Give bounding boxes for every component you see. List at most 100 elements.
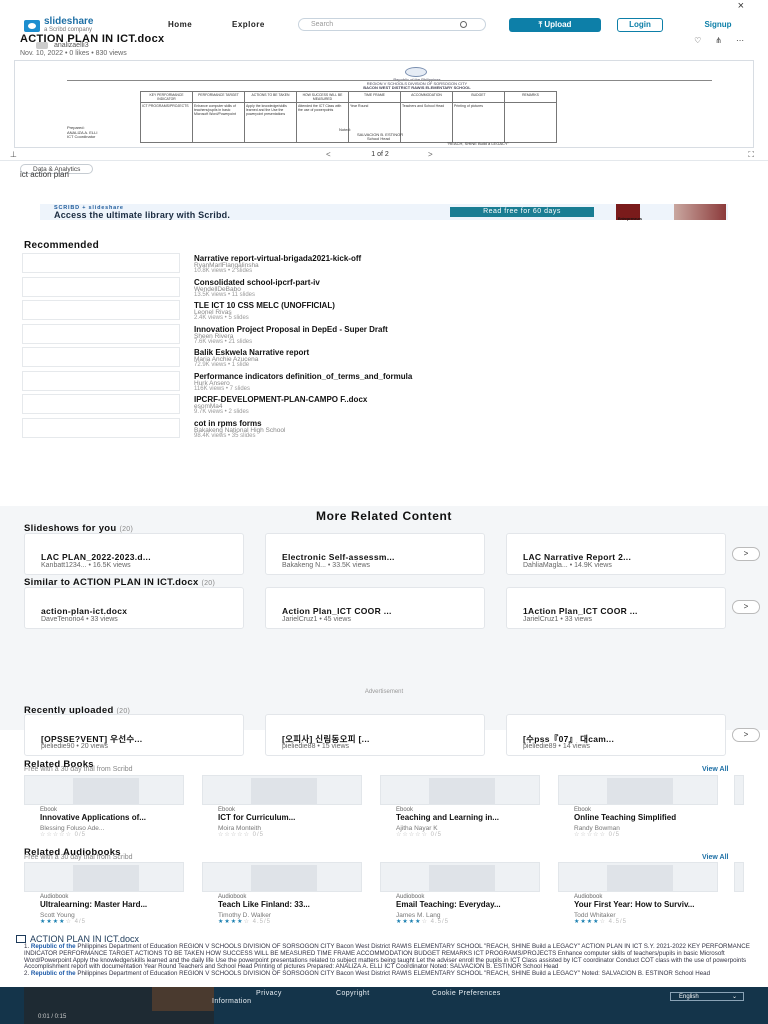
related-books-sub: Free with a 30 day trial from Scribd <box>24 766 133 773</box>
book-title[interactable]: Innovative Applications of... <box>40 814 190 822</box>
thumbnails-icon[interactable]: ⊥ <box>10 150 17 159</box>
search-input[interactable]: Search <box>298 18 486 31</box>
fullscreen-icon[interactable]: ⛶ <box>748 150 754 160</box>
book-card[interactable]: Audiobook Ultralearning: Master Hard... Sc… <box>24 862 184 925</box>
star-empty-icon: ☆ <box>599 832 606 838</box>
book-card[interactable]: Ebook Innovative Applications of... Blessi… <box>24 775 184 838</box>
similar-count: (20) <box>201 580 216 587</box>
transcript-paragraph: 1. Republic of the Philippines Departmen… <box>24 943 750 971</box>
recommended-thumbnail[interactable] <box>22 370 180 391</box>
similar-card[interactable]: Action Plan_ICT COOR ... JarielCruz1 • 4… <box>265 587 485 629</box>
next-page-icon[interactable]: > <box>428 150 433 159</box>
similar-card[interactable]: 1Action Plan_ICT COOR ... JarielCruz1 • … <box>506 587 726 629</box>
document-preview[interactable]: Republic of the Philippines REGION V SCH… <box>14 60 754 148</box>
book-title[interactable]: Email Teaching: Everyday... <box>396 901 546 909</box>
close-icon[interactable]: × <box>738 0 744 12</box>
recommended-item[interactable]: Narrative report-virtual-brigada2021-kic… <box>22 253 732 274</box>
book-cover <box>734 775 744 805</box>
book-title[interactable]: Teaching and Learning in... <box>396 814 546 822</box>
transcript-text: Philippines Department of Education REGI… <box>24 943 750 971</box>
next-arrow-button[interactable]: > <box>732 728 760 742</box>
share-icon[interactable]: ⋔ <box>715 36 722 45</box>
audiobooks-view-all-link[interactable]: View All <box>702 854 728 861</box>
recommended-item[interactable]: Innovation Project Proposal in DepEd - S… <box>22 323 732 345</box>
noted-label: Noted: <box>339 127 351 132</box>
book-cover[interactable] <box>24 775 184 805</box>
author-name[interactable]: analizaelli3 <box>54 42 89 49</box>
book-card-partial[interactable] <box>734 775 744 837</box>
recommended-thumbnail[interactable] <box>22 253 180 273</box>
slideshow-card[interactable]: LAC Narrative Report 2... DahliaMagla...… <box>506 533 726 575</box>
book-title[interactable]: Ultralearning: Master Hard... <box>40 901 190 909</box>
footer-information-link[interactable]: Information <box>212 998 251 1005</box>
book-title[interactable]: Online Teaching Simplified <box>574 814 724 822</box>
search-icon[interactable] <box>460 21 467 28</box>
recommended-item[interactable]: Performance indicators definition_of_ter… <box>22 370 732 392</box>
recent-card[interactable]: [수pss『07』 대cam... pieliedie89 • 14 views <box>506 714 726 756</box>
book-cover-image <box>607 865 673 891</box>
recommended-item[interactable]: IPCRF-DEVELOPMENT-PLAN-CAMPO F..docx esom… <box>22 394 732 415</box>
book-card-partial[interactable] <box>734 862 744 924</box>
book-title[interactable]: Teach Like Finland: 33... <box>218 901 368 909</box>
recent-card[interactable]: [OPSSE?VENT] 우선수... pieliedie90 • 20 vie… <box>24 714 244 756</box>
nav-home[interactable]: Home <box>168 20 192 29</box>
book-card[interactable]: Audiobook Teach Like Finland: 33... Timoth… <box>202 862 362 925</box>
books-view-all-link[interactable]: View All <box>702 766 728 773</box>
slideshow-card[interactable]: Electronic Self-assessm... Bakakeng N...… <box>265 533 485 575</box>
book-cover[interactable] <box>24 862 184 892</box>
heart-icon[interactable]: ♡ <box>694 36 701 45</box>
recommended-item[interactable]: Consolidated school-ipcrf-part-iv Wendell… <box>22 276 732 298</box>
book-card[interactable]: Audiobook Email Teaching: Everyday... Jame… <box>380 862 540 925</box>
recommended-thumbnail[interactable] <box>22 347 180 367</box>
recommended-thumbnail[interactable] <box>22 394 180 414</box>
book-card[interactable]: Ebook Teaching and Learning in... Ajitha N… <box>380 775 540 838</box>
book-cover[interactable] <box>558 862 718 892</box>
similar-card[interactable]: action-plan-ict.docx DaveTenorio4 • 33 v… <box>24 587 244 629</box>
recommended-stats: 7.6K views • 21 slides <box>194 338 253 345</box>
book-cover[interactable] <box>380 775 540 805</box>
recommended-item[interactable]: TLE ICT 10 CSS MELC (UNOFFICIAL) Leonel R… <box>22 300 732 321</box>
scribd-banner[interactable]: SCRIBD + slideshare Access the ultimate … <box>40 204 728 221</box>
book-title[interactable]: ICT for Curriculum... <box>218 814 368 822</box>
card-sub: pieliedie89 • 14 views <box>523 743 591 750</box>
document-page: Republic of the Philippines REGION V SCH… <box>67 65 712 146</box>
avatar[interactable] <box>36 42 48 49</box>
card-sub: Bakakeng N... • 33.5K views <box>282 562 371 569</box>
more-icon[interactable]: ⋯ <box>736 36 744 45</box>
recommended-thumbnail[interactable] <box>22 417 180 438</box>
book-cover[interactable] <box>558 775 718 805</box>
recommended-item[interactable]: Balik Eskwela Narrative report Maria Anch… <box>22 347 732 368</box>
next-arrow-button[interactable]: > <box>732 547 760 561</box>
document-actions: ♡ ⋔ ⋯ <box>694 36 744 45</box>
book-title[interactable]: Your First Year: How to Surviv... <box>574 901 724 909</box>
recommended-item[interactable]: cot in rpms forms Bakakeng National High … <box>22 417 732 439</box>
language-select[interactable]: English ⌄ <box>670 992 744 1001</box>
book-cover[interactable] <box>202 775 362 805</box>
read-free-button[interactable]: Read free for 60 days <box>450 207 594 217</box>
upload-button[interactable]: ⤒ Upload <box>509 18 601 32</box>
footer-cookie-link[interactable]: Cookie Preferences <box>432 990 501 997</box>
recommended-thumbnail[interactable] <box>22 300 180 320</box>
recommended-thumbnail[interactable] <box>22 323 180 344</box>
next-arrow-button[interactable]: > <box>732 600 760 614</box>
card-sub: DahliaMagla... • 14.9K views <box>523 562 612 569</box>
signup-button[interactable]: Signup <box>690 18 746 32</box>
book-card[interactable]: Ebook ICT for Curriculum... Moira Monteith… <box>202 775 362 838</box>
footer-copyright-link[interactable]: Copyright <box>336 990 370 997</box>
book-cover-image <box>251 865 317 891</box>
col-timeframe: TIME FRAME <box>348 91 401 103</box>
video-ad-player[interactable]: 0:01 / 0:15 <box>24 987 214 1024</box>
book-cover[interactable] <box>380 862 540 892</box>
footer-privacy-link[interactable]: Privacy <box>256 990 282 997</box>
login-button[interactable]: Login <box>617 18 663 32</box>
recommended-thumbnail[interactable] <box>22 276 180 297</box>
book-rating-text: 0/5 <box>430 832 442 838</box>
star-empty-icon: ☆ <box>599 919 606 925</box>
book-card[interactable]: Ebook Online Teaching Simplified Randy Bow… <box>558 775 718 838</box>
book-rating: ★★★★☆ 4.5/5 <box>396 918 449 925</box>
recent-card[interactable]: [오피사] 신림동오피 [... pieliedie88 • 15 views <box>265 714 485 756</box>
nav-explore[interactable]: Explore <box>232 20 265 29</box>
book-card[interactable]: Audiobook Your First Year: How to Surviv.… <box>558 862 718 925</box>
book-cover[interactable] <box>202 862 362 892</box>
slideshow-card[interactable]: LAC PLAN_2022-2023.d... Kanbatt1234... •… <box>24 533 244 575</box>
